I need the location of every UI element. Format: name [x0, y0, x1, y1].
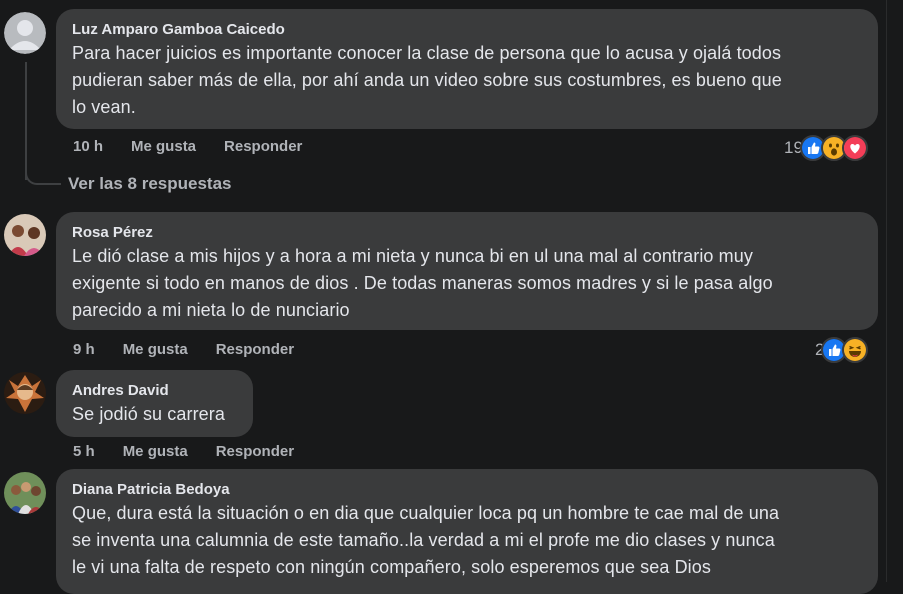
comment-author[interactable]: Rosa Pérez: [72, 223, 862, 243]
comment-text-line: Que, dura está la situación o en dia que…: [72, 503, 780, 523]
reply-button[interactable]: Responder: [216, 341, 294, 358]
comment-author[interactable]: Luz Amparo Gamboa Caicedo: [72, 20, 862, 40]
comment-text-line: Para hacer juicios es importante conocer…: [72, 43, 782, 63]
scrollbar[interactable]: [886, 0, 903, 582]
comment-text-line: pudieran saber más de ella, por ahí anda…: [72, 70, 782, 90]
avatar-default[interactable]: [4, 12, 46, 54]
thread-connector: [25, 160, 61, 185]
comment-author[interactable]: Andres David: [72, 381, 237, 401]
reply-button[interactable]: Responder: [224, 138, 302, 155]
comment-text-line: lo vean.: [72, 97, 136, 117]
reaction-summary[interactable]: 2: [815, 337, 869, 363]
comment-text-line: exigente si todo en manos de dios . De t…: [72, 273, 773, 293]
comment-bubble: Andres David Se jodió su carrera: [56, 370, 253, 437]
comment-timestamp[interactable]: 10 h: [73, 138, 103, 155]
like-button[interactable]: Me gusta: [123, 443, 188, 460]
comment-text-line: se inventa una calumnia de este tamaño..…: [72, 530, 775, 550]
avatar-andres[interactable]: [4, 372, 46, 414]
comment-text-line: parecido a mi nieta lo de nunciario: [72, 300, 350, 320]
view-replies-link[interactable]: Ver las 8 respuestas: [68, 174, 232, 194]
comment-bubble: Diana Patricia Bedoya Que, dura está la …: [56, 469, 878, 594]
comment-text-line: Le dió clase a mis hijos y a hora a mi n…: [72, 246, 753, 266]
comment-actions: 9 h Me gusta Responder: [73, 341, 294, 358]
comment-timestamp[interactable]: 5 h: [73, 443, 95, 460]
avatar-diana[interactable]: [4, 472, 46, 514]
like-button[interactable]: Me gusta: [131, 138, 196, 155]
like-button[interactable]: Me gusta: [123, 341, 188, 358]
haha-icon: [842, 337, 869, 363]
avatar-rosa[interactable]: [4, 214, 46, 256]
comment-bubble: Rosa Pérez Le dió clase a mis hijos y a …: [56, 212, 878, 330]
comment-timestamp[interactable]: 9 h: [73, 341, 95, 358]
comment-author[interactable]: Diana Patricia Bedoya: [72, 480, 862, 500]
comment-actions: 10 h Me gusta Responder: [73, 138, 302, 155]
comment-bubble: Luz Amparo Gamboa Caicedo Para hacer jui…: [56, 9, 878, 129]
reply-button[interactable]: Responder: [216, 443, 294, 460]
love-icon: [841, 135, 868, 161]
reaction-summary[interactable]: 19: [784, 135, 868, 161]
comment-text-line: le vi una falta de respeto con ningún co…: [72, 557, 711, 577]
comment-actions: 5 h Me gusta Responder: [73, 443, 294, 460]
comment-text-line: Se jodió su carrera: [72, 404, 225, 424]
